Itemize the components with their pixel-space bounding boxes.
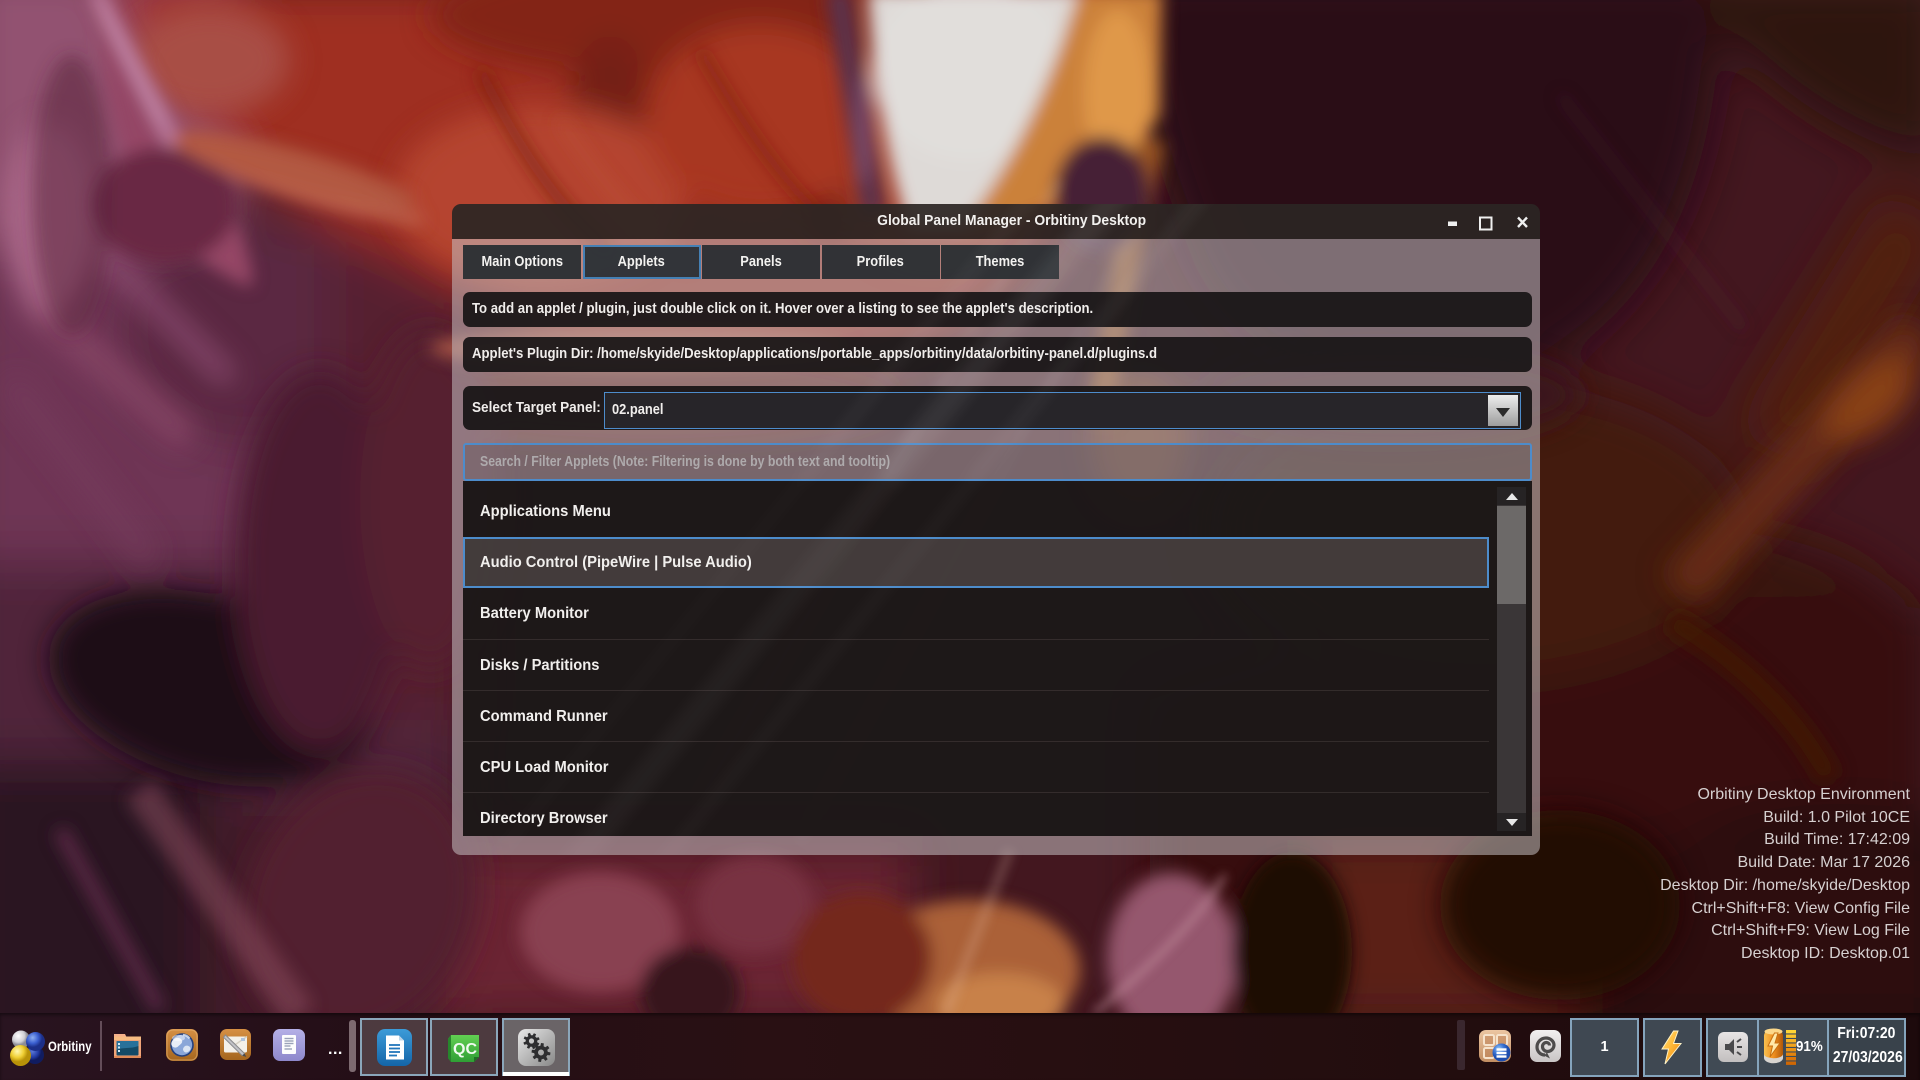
svg-text:QC: QC bbox=[453, 1041, 477, 1058]
